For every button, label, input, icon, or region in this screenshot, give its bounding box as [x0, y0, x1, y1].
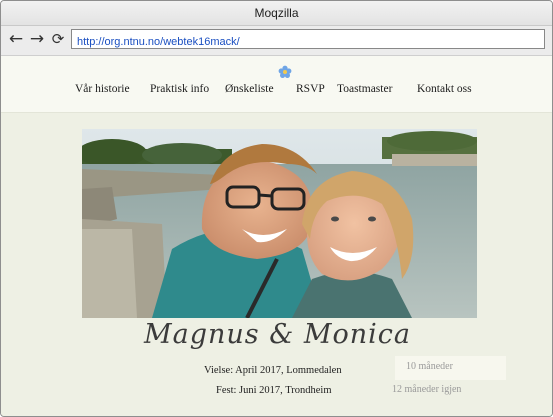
hero-photo [82, 129, 477, 318]
site-navigation: Vår historie Praktisk info Ønskeliste RS… [1, 56, 552, 113]
window-title: Moqzilla [1, 1, 552, 26]
nav-item-praktisk-info[interactable]: Praktisk info [150, 83, 209, 95]
browser-toolbar: ← → ⟳ [1, 26, 552, 56]
party-countdown: 12 måneder igjen [392, 384, 462, 395]
forward-arrow-icon[interactable]: → [28, 30, 46, 48]
nav-item-toastmaster[interactable]: Toastmaster [337, 83, 392, 95]
reload-icon[interactable]: ⟳ [49, 30, 67, 48]
nav-item-rsvp[interactable]: RSVP [296, 83, 325, 95]
nav-item-kontakt-oss[interactable]: Kontakt oss [417, 83, 472, 95]
flower-icon [278, 65, 292, 78]
url-input[interactable] [72, 33, 544, 51]
couple-title: Magnus & Monica [143, 319, 411, 350]
nav-item-var-historie[interactable]: Vår historie [75, 83, 130, 95]
browser-window: Moqzilla ← → ⟳ Vår historie Praktisk inf… [0, 0, 553, 417]
nav-item-onskeliste[interactable]: Ønskeliste [225, 83, 274, 95]
party-date: Fest: Juni 2017, Trondheim [216, 385, 332, 396]
back-arrow-icon[interactable]: ← [7, 30, 25, 48]
engagement-date: Vielse: April 2017, Lommedalen [204, 365, 342, 376]
page-content: Vår historie Praktisk info Ønskeliste RS… [1, 56, 552, 416]
engagement-countdown: 10 måneder [406, 361, 453, 372]
address-bar[interactable] [71, 29, 545, 51]
